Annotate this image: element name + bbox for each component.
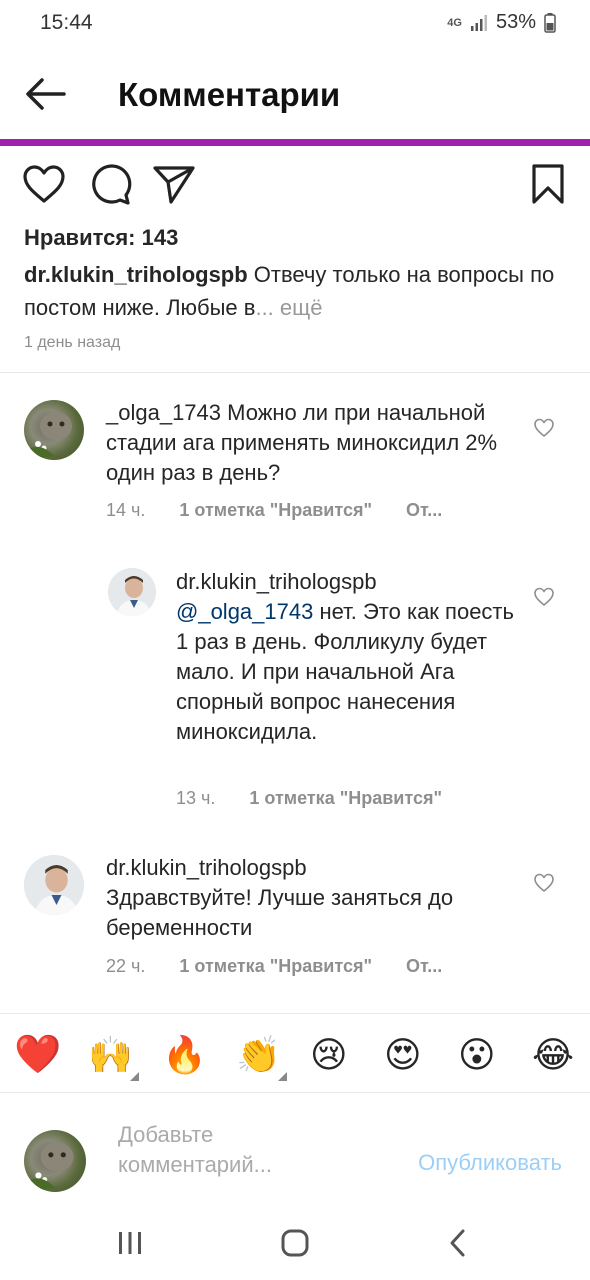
comment-body: dr.klukin_trihologspb @_olga_1743 нет. Э… [176, 567, 516, 747]
emoji-surprised[interactable]: 😮 [458, 1032, 504, 1078]
network-label: 4G [447, 16, 462, 29]
comment-mention[interactable]: @_olga_1743 [176, 599, 313, 624]
avatar-doctor-image [24, 855, 84, 915]
reply-button[interactable]: От... [406, 500, 442, 521]
comment-body: dr.klukin_trihologspb Здравствуйте! Лучш… [106, 853, 526, 943]
comment-input-row: Добавьте комментарий... Опубликовать [0, 1094, 590, 1204]
caption-username[interactable]: dr.klukin_triholog​spb [24, 262, 248, 287]
page-title: Комментарии [118, 76, 341, 113]
emoji-raising-hands[interactable]: 🙌 [88, 1032, 134, 1078]
status-bar: 15:44 4G 53% [0, 0, 590, 48]
avatar-doctor-image [108, 568, 156, 616]
like-comment-heart-icon[interactable] [533, 586, 555, 608]
comment-likes[interactable]: 1 отметка "Нравится" [179, 956, 372, 977]
post-caption: dr.klukin_triholog​spb Отвечу только на … [24, 258, 564, 324]
avatar-cat-image [24, 1142, 74, 1192]
emoji-reaction-bar: ❤️ 🙌 🔥 👏 😢 😍 😮 😂 [0, 1013, 590, 1093]
signal-icon [470, 14, 487, 31]
comment-text: Здравствуйте! Лучше заняться до беременн… [106, 885, 454, 940]
emoji-laughing[interactable]: 😂 [532, 1032, 578, 1078]
header-divider [0, 139, 590, 146]
send-icon[interactable] [152, 162, 196, 206]
skin-tone-indicator-icon [278, 1072, 287, 1081]
likes-count[interactable]: Нравится: 143 [24, 225, 178, 251]
skin-tone-indicator-icon [130, 1072, 139, 1081]
emoji-fire[interactable]: 🔥 [162, 1032, 208, 1078]
like-comment-heart-icon[interactable] [533, 872, 555, 894]
post-actions [0, 162, 590, 210]
avatar-cat-image [24, 412, 72, 460]
avatar[interactable] [24, 855, 84, 915]
heart-icon[interactable] [22, 162, 66, 206]
back-nav-icon[interactable] [448, 1228, 468, 1258]
comment-time: 22 ч. [106, 956, 146, 976]
post-timestamp: 1 день назад [24, 334, 121, 351]
comment-meta: 13 ч. 1 отметка "Нравится" [176, 788, 442, 809]
divider [0, 372, 590, 373]
emoji-heart[interactable]: ❤️ [14, 1032, 61, 1078]
like-comment-heart-icon[interactable] [533, 417, 555, 439]
avatar[interactable] [24, 400, 84, 460]
comment-username[interactable]: dr.klukin_trihologspb [106, 855, 307, 880]
comment-username[interactable]: _olga_1743 [106, 400, 221, 425]
status-indicators: 4G 53% [447, 11, 556, 34]
bookmark-icon[interactable] [526, 162, 570, 206]
caption-more-link[interactable]: ... ещё [255, 295, 322, 320]
comment-time: 13 ч. [176, 788, 216, 808]
avatar [24, 1130, 86, 1192]
comment-body: _olga_1743 Можно ли при начальной стадии… [106, 398, 526, 488]
emoji-heart-eyes[interactable]: 😍 [384, 1032, 430, 1078]
comment-likes[interactable]: 1 отметка "Нравится" [249, 788, 442, 809]
comment-likes[interactable]: 1 отметка "Нравится" [179, 500, 372, 521]
battery-icon [544, 12, 556, 33]
system-nav-bar [0, 1204, 590, 1280]
home-icon[interactable] [280, 1228, 310, 1258]
recent-apps-icon[interactable] [116, 1230, 144, 1256]
status-time: 15:44 [40, 11, 93, 34]
publish-button[interactable]: Опубликовать [418, 1150, 562, 1176]
comment-username[interactable]: dr.klukin_trihologspb [176, 569, 377, 594]
comment-icon[interactable] [88, 162, 132, 206]
comment-meta: 22 ч. 1 отметка "Нравится" От... [106, 956, 442, 977]
header: Комментарии [0, 48, 590, 140]
emoji-crying[interactable]: 😢 [310, 1032, 356, 1078]
comment-input[interactable]: Добавьте комментарий... [118, 1120, 348, 1180]
comment-meta: 14 ч. 1 отметка "Нравится" От... [106, 500, 442, 521]
emoji-clapping[interactable]: 👏 [236, 1032, 282, 1078]
comment-time: 14 ч. [106, 500, 146, 520]
avatar[interactable] [108, 568, 156, 616]
arrow-left-icon[interactable] [24, 76, 68, 112]
reply-button[interactable]: От... [406, 956, 442, 977]
battery-percent: 53% [495, 11, 536, 33]
